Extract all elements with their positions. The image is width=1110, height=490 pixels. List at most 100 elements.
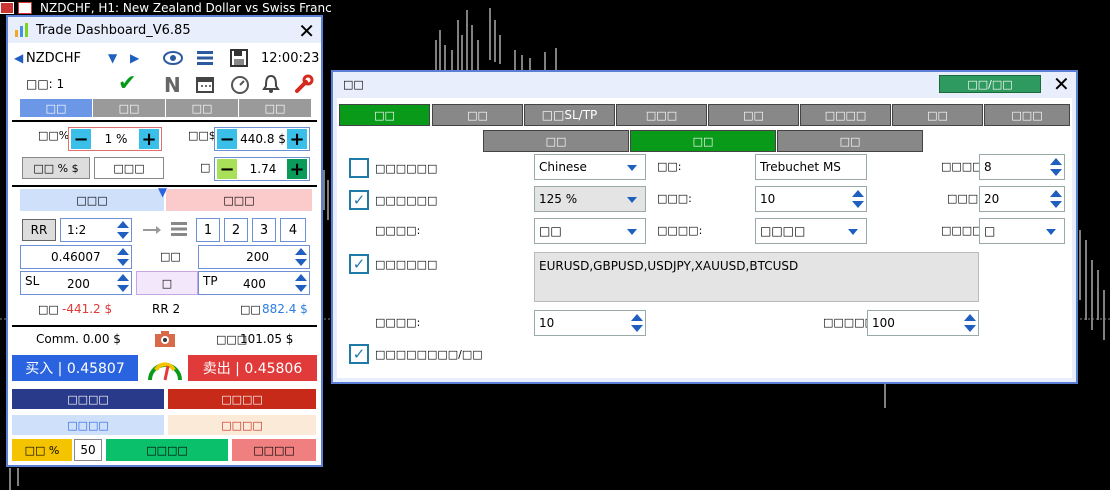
- settings-subtab-2[interactable]: □□: [777, 130, 923, 152]
- font-input[interactable]: Trebuchet MS: [755, 154, 867, 180]
- settings-tab-5[interactable]: □□□□: [800, 104, 891, 126]
- sltp-toggle-button[interactable]: □: [136, 271, 198, 295]
- timer-icon[interactable]: [230, 74, 250, 94]
- tab-2[interactable]: □□: [166, 99, 238, 117]
- mode-button-2[interactable]: □□□: [94, 157, 164, 179]
- tab-0[interactable]: □□: [20, 99, 92, 117]
- settings-tab-3[interactable]: □□□: [616, 104, 707, 126]
- row5-right-value[interactable]: 100: [872, 316, 895, 330]
- lot-value[interactable]: 1.74: [239, 162, 287, 176]
- row3-dropdown-3[interactable]: □: [979, 218, 1065, 244]
- gauge-icon[interactable]: [146, 356, 184, 382]
- checkbox-r6[interactable]: ✓: [349, 344, 369, 364]
- spinner-icon[interactable]: [117, 221, 129, 239]
- risk-pct-value[interactable]: 1 %: [99, 132, 133, 146]
- row3-dropdown-1-value[interactable]: □□: [539, 224, 562, 238]
- tp-input[interactable]: TP 400: [198, 271, 310, 295]
- minus-icon[interactable]: −: [217, 129, 237, 150]
- row5-right-input[interactable]: 100: [867, 310, 979, 336]
- plus-icon[interactable]: +: [139, 129, 159, 150]
- language-dropdown[interactable]: Chinese: [534, 154, 646, 180]
- spinner-icon[interactable]: [631, 314, 643, 332]
- n-icon[interactable]: N: [164, 73, 181, 97]
- spinner-icon[interactable]: [852, 190, 864, 208]
- tab-3[interactable]: □□: [239, 99, 311, 117]
- settings-tab-6[interactable]: □□: [892, 104, 983, 126]
- font-size-input[interactable]: 8: [979, 154, 1065, 180]
- risk-usd-stepper[interactable]: − 440.8 $ +: [214, 127, 310, 151]
- row5-input[interactable]: 10: [534, 310, 646, 336]
- risk-pct-stepper[interactable]: − 1 % +: [68, 127, 162, 151]
- mode-pct-usd-button[interactable]: □□ % $: [22, 157, 90, 179]
- row3-dropdown-2[interactable]: □□□□: [755, 218, 867, 244]
- spinner-icon[interactable]: [295, 274, 307, 292]
- mult-2-button[interactable]: 2: [224, 218, 248, 242]
- settings-tab-7[interactable]: □□□: [984, 104, 1070, 126]
- points-value[interactable]: 200: [246, 250, 269, 264]
- spinner-icon[interactable]: [964, 314, 976, 332]
- font-value[interactable]: Trebuchet MS: [760, 160, 841, 174]
- check-icon[interactable]: ✔: [118, 71, 136, 96]
- buy-button[interactable]: 买入 | 0.45807: [12, 355, 138, 381]
- checkbox-r4[interactable]: ✓: [349, 254, 369, 274]
- action-button-2[interactable]: □□□□: [168, 389, 316, 409]
- settings-header-button[interactable]: □□/□□: [939, 75, 1041, 93]
- eye-icon[interactable]: [163, 49, 183, 67]
- settings-tab-4[interactable]: □□: [708, 104, 799, 126]
- symbol-label[interactable]: NZDCHF: [26, 51, 81, 66]
- pct-close-button[interactable]: □□ %: [12, 439, 72, 461]
- risk-usd-value[interactable]: 440.8 $: [239, 132, 287, 146]
- checkbox-r1[interactable]: [349, 158, 369, 178]
- close-icon[interactable]: ✕: [298, 19, 315, 43]
- spinner-icon[interactable]: [117, 274, 129, 292]
- rr-ratio-value[interactable]: 1:2: [67, 223, 86, 237]
- row2-field-value[interactable]: 10: [760, 192, 775, 206]
- sell-side-button[interactable]: □□□: [166, 189, 312, 211]
- action-button-1[interactable]: □□□□: [12, 389, 164, 409]
- close-icon[interactable]: ✕: [1053, 72, 1070, 96]
- language-value[interactable]: Chinese: [539, 160, 587, 174]
- row2-field-input[interactable]: 10: [755, 186, 867, 212]
- row3-dropdown-2-value[interactable]: □□□□: [760, 224, 805, 238]
- font-size-value[interactable]: 8: [984, 160, 992, 174]
- settings-subtab-1[interactable]: □□: [630, 130, 776, 152]
- scale-value[interactable]: 125 %: [539, 192, 577, 206]
- action-button-3[interactable]: □□□□: [12, 415, 164, 435]
- entry-price-input[interactable]: 0.46007: [20, 245, 132, 269]
- scale-dropdown[interactable]: 125 %: [534, 186, 646, 212]
- tab-1[interactable]: □□: [93, 99, 165, 117]
- plus-icon[interactable]: +: [287, 129, 307, 150]
- action-button-5[interactable]: □□□□: [106, 439, 228, 461]
- wrench-icon[interactable]: [294, 74, 314, 94]
- minus-icon[interactable]: −: [217, 159, 237, 180]
- bell-icon[interactable]: [262, 74, 280, 94]
- row3-dropdown-3-value[interactable]: □: [984, 224, 995, 238]
- row2-right-value[interactable]: 20: [984, 192, 999, 206]
- spinner-icon[interactable]: [1050, 190, 1062, 208]
- action-button-4[interactable]: □□□□: [168, 415, 316, 435]
- symbol-dropdown-icon[interactable]: ▼: [108, 51, 117, 65]
- pct-close-input[interactable]: 50: [74, 439, 102, 461]
- spinner-icon[interactable]: [295, 248, 307, 266]
- symbols-textarea[interactable]: EURUSD,GBPUSD,USDJPY,XAUUSD,BTCUSD: [534, 252, 979, 302]
- settings-tab-0[interactable]: □□: [339, 104, 430, 126]
- tp-value[interactable]: 400: [243, 277, 266, 291]
- settings-tab-2[interactable]: □□SL/TP: [524, 104, 615, 126]
- action-button-6[interactable]: □□□□: [232, 439, 316, 461]
- rr-ratio-input[interactable]: 1:2: [60, 218, 132, 242]
- save-icon[interactable]: [230, 49, 248, 67]
- settings-subtab-0[interactable]: □□: [483, 130, 629, 152]
- row5-value[interactable]: 10: [539, 316, 554, 330]
- points-input[interactable]: 200: [198, 245, 310, 269]
- prev-symbol-icon[interactable]: ◀: [14, 51, 23, 65]
- sl-value[interactable]: 200: [67, 277, 90, 291]
- mult-3-button[interactable]: 3: [252, 218, 276, 242]
- camera-icon[interactable]: [154, 330, 176, 348]
- sl-input[interactable]: SL 200: [20, 271, 132, 295]
- mult-4-button[interactable]: 4: [280, 218, 306, 242]
- settings-tab-1[interactable]: □□: [432, 104, 523, 126]
- plus-icon[interactable]: +: [287, 159, 307, 180]
- rr-button[interactable]: RR: [22, 219, 56, 241]
- row3-dropdown-1[interactable]: □□: [534, 218, 646, 244]
- spinner-icon[interactable]: [1050, 158, 1062, 176]
